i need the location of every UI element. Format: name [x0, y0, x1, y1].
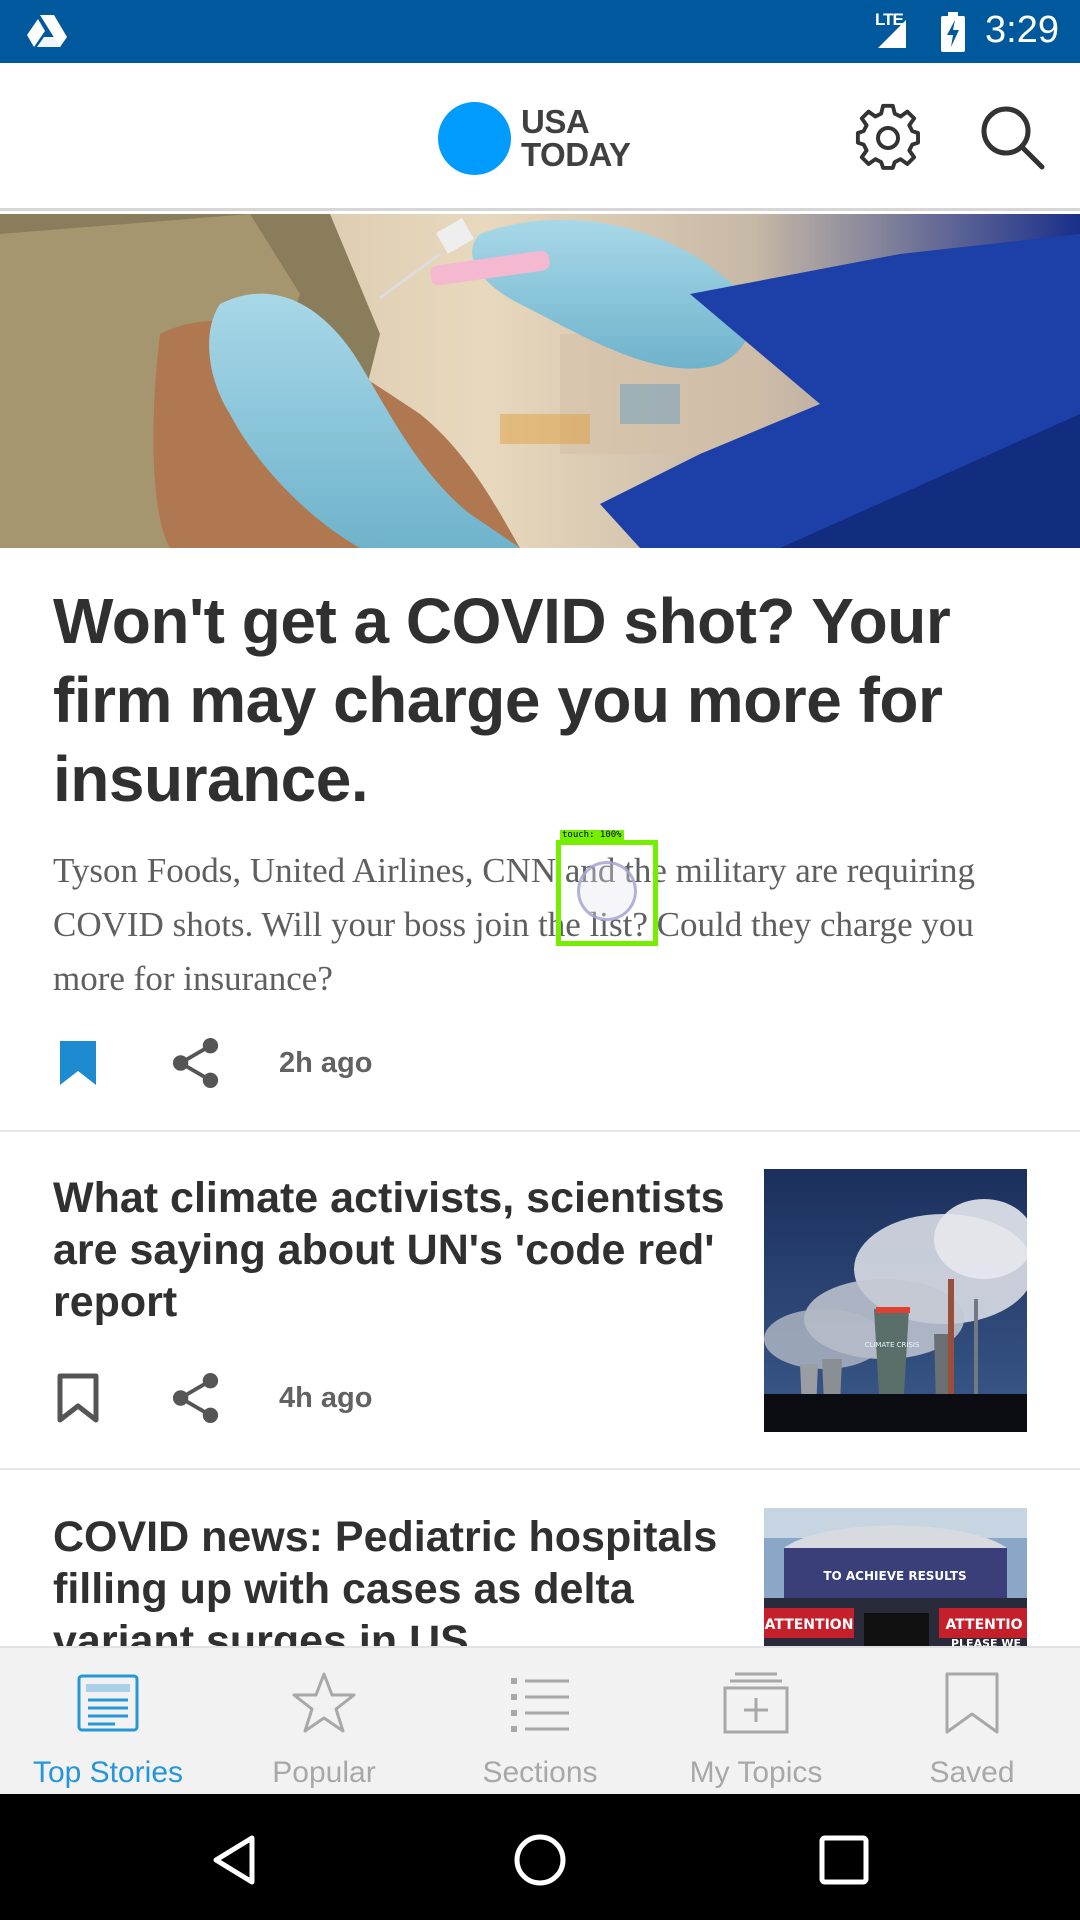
- share-button[interactable]: [171, 1035, 221, 1091]
- nav-saved[interactable]: Saved: [864, 1648, 1080, 1796]
- bookmark-button[interactable]: [53, 1035, 103, 1091]
- home-icon[interactable]: [512, 1832, 568, 1888]
- share-button[interactable]: [171, 1370, 221, 1426]
- divider: [0, 1130, 1080, 1132]
- story-meta: 4h ago: [53, 1368, 372, 1428]
- protest-stage-photo: TO ACHIEVE RESULTS ATTENTION ATTENTIO PL…: [764, 1508, 1027, 1646]
- share-icon: [172, 1038, 219, 1088]
- lead-story-meta: 2h ago: [53, 1033, 372, 1093]
- settings-gear-icon[interactable]: [854, 103, 924, 173]
- power-plant-photo: CLIMATE CRISIS: [764, 1169, 1027, 1432]
- signal-icon: [878, 20, 906, 48]
- recents-icon[interactable]: [816, 1832, 872, 1888]
- lead-story-image[interactable]: [0, 214, 1080, 548]
- usa-today-logo: USA TODAY: [438, 100, 631, 176]
- logo-wordmark: USA TODAY: [521, 103, 631, 173]
- nav-label: Saved: [929, 1756, 1015, 1789]
- thumb-sign-4: PLEASE WE: [951, 1637, 1021, 1646]
- thumb-sign-1: TO ACHIEVE RESULTS: [823, 1569, 966, 1583]
- story-thumbnail[interactable]: TO ACHIEVE RESULTS ATTENTION ATTENTIO PL…: [764, 1508, 1027, 1646]
- back-icon[interactable]: [208, 1832, 264, 1888]
- nav-popular[interactable]: Popular: [216, 1648, 432, 1796]
- add-topic-icon: [723, 1672, 789, 1734]
- star-icon: [292, 1672, 356, 1733]
- thumb-sign-2: ATTENTION: [765, 1617, 854, 1633]
- app-header: USA TODAY: [0, 63, 1080, 211]
- touch-point: [577, 861, 637, 921]
- nav-label: Top Stories: [32, 1756, 184, 1789]
- newspaper-icon: [77, 1674, 139, 1732]
- thumb-sign-3: ATTENTIO: [945, 1617, 1022, 1633]
- share-icon: [172, 1373, 219, 1423]
- story-time: 2h ago: [279, 1046, 373, 1079]
- thumb-caption: CLIMATE CRISIS: [865, 1341, 920, 1349]
- news-feed[interactable]: Won't get a COVID shot? Your firm may ch…: [0, 214, 1080, 1646]
- drive-icon: [27, 15, 67, 47]
- status-bar: LTE 3:29: [0, 0, 1080, 63]
- logo-dot: [438, 101, 511, 175]
- battery-charging-icon: [941, 12, 965, 52]
- bottom-navigation: Top Stories Popular Sections My Topics S…: [0, 1646, 1080, 1794]
- story-headline[interactable]: What climate activists, scientists are s…: [53, 1172, 733, 1328]
- lead-story-headline[interactable]: Won't get a COVID shot? Your firm may ch…: [53, 582, 1043, 819]
- nav-label: Popular: [272, 1756, 376, 1789]
- search-icon[interactable]: [978, 103, 1048, 173]
- bookmark-filled-icon: [60, 1041, 96, 1085]
- logo-line-2: TODAY: [521, 136, 631, 173]
- system-navigation-bar: [0, 1794, 1080, 1920]
- nav-label: My Topics: [689, 1756, 823, 1789]
- lead-story-summary[interactable]: Tyson Foods, United Airlines, CNN and th…: [53, 844, 1043, 1006]
- nav-label: Sections: [482, 1756, 598, 1789]
- nav-my-topics[interactable]: My Topics: [648, 1648, 864, 1796]
- bookmark-icon: [945, 1672, 999, 1734]
- clock: 3:29: [985, 9, 1059, 51]
- divider: [0, 1468, 1080, 1470]
- bookmark-button[interactable]: [53, 1370, 103, 1426]
- nav-sections[interactable]: Sections: [432, 1648, 648, 1796]
- touch-indicator-label: touch: 100%: [560, 830, 624, 840]
- story-time: 4h ago: [279, 1381, 373, 1414]
- story-thumbnail[interactable]: CLIMATE CRISIS: [764, 1169, 1027, 1432]
- story-headline[interactable]: COVID news: Pediatric hospitals filling …: [53, 1511, 733, 1646]
- list-icon: [511, 1678, 569, 1732]
- nav-top-stories[interactable]: Top Stories: [0, 1648, 216, 1796]
- bookmark-outline-icon: [57, 1373, 99, 1423]
- logo-line-1: USA: [521, 103, 590, 140]
